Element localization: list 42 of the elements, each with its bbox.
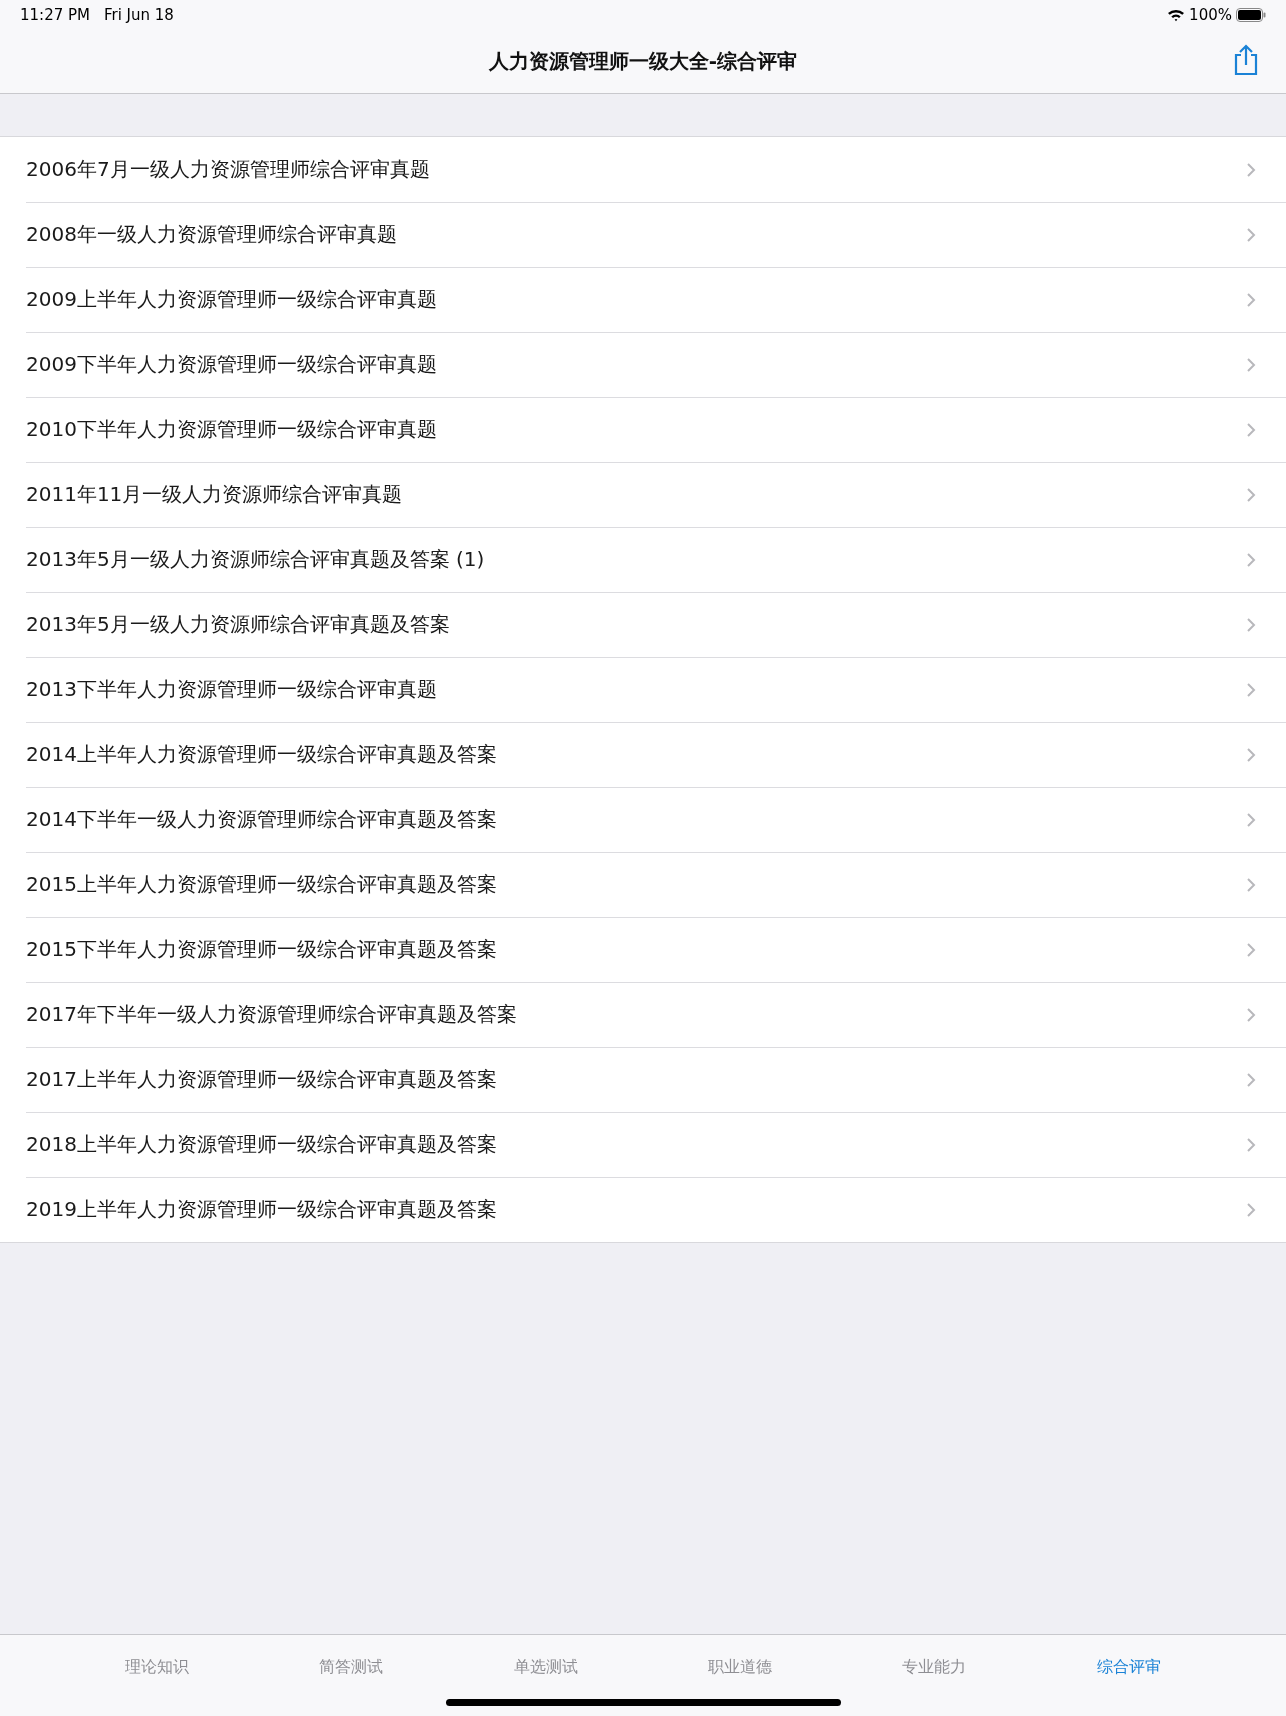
list-item[interactable]: 2013下半年人力资源管理师一级综合评审真题 (0, 657, 1286, 722)
chevron-icon (1246, 486, 1256, 503)
list-item[interactable]: 2009上半年人力资源管理师一级综合评审真题 (0, 267, 1286, 332)
list-item[interactable]: 2015上半年人力资源管理师一级综合评审真题及答案 (0, 852, 1286, 917)
chevron-icon (1246, 811, 1256, 828)
list-item[interactable]: 2017年下半年一级人力资源管理师综合评审真题及答案 (0, 982, 1286, 1047)
list-item[interactable]: 2006年7月一级人力资源管理师综合评审真题 (0, 137, 1286, 202)
status-time: 11:27 PM (20, 6, 90, 24)
chevron-icon (1246, 1071, 1256, 1088)
chevron-icon (1246, 226, 1256, 243)
list-item[interactable]: 2018上半年人力资源管理师一级综合评审真题及答案 (0, 1112, 1286, 1177)
chevron-icon (1246, 876, 1256, 893)
wifi-icon (1167, 8, 1186, 22)
chevron-icon (1246, 1136, 1256, 1153)
tab[interactable]: 综合评审 (1031, 1635, 1226, 1679)
list-item[interactable]: 2014下半年一级人力资源管理师综合评审真题及答案 (0, 787, 1286, 852)
list-item[interactable]: 2019上半年人力资源管理师一级综合评审真题及答案 (0, 1177, 1286, 1242)
chevron-icon (1246, 616, 1256, 633)
nav-title: 人力资源管理师一级大全-综合评审 (488, 48, 798, 75)
list-item[interactable]: 2008年一级人力资源管理师综合评审真题 (0, 202, 1286, 267)
list-item[interactable]: 2009下半年人力资源管理师一级综合评审真题 (0, 332, 1286, 397)
chevron-icon (1246, 551, 1256, 568)
chevron-icon (1246, 1201, 1256, 1218)
list-item[interactable]: 2015下半年人力资源管理师一级综合评审真题及答案 (0, 917, 1286, 982)
chevron-icon (1246, 941, 1256, 958)
share-icon[interactable] (1232, 44, 1260, 76)
list-item[interactable]: 2013年5月一级人力资源师综合评审真题及答案 (0, 592, 1286, 657)
battery-percent: 100% (1189, 6, 1232, 24)
status-date: Fri Jun 18 (104, 6, 174, 24)
list-item[interactable]: 2017上半年人力资源管理师一级综合评审真题及答案 (0, 1047, 1286, 1112)
chevron-icon (1246, 291, 1256, 308)
list-item[interactable]: 2011年11月一级人力资源师综合评审真题 (0, 462, 1286, 527)
chevron-icon (1246, 356, 1256, 373)
chevron-icon (1246, 421, 1256, 438)
list-item[interactable]: 2013年5月一级人力资源师综合评审真题及答案 (1) (0, 527, 1286, 592)
list-item[interactable]: 2014上半年人力资源管理师一级综合评审真题及答案 (0, 722, 1286, 787)
chevron-icon (1246, 681, 1256, 698)
chevron-icon (1246, 161, 1256, 178)
list-item[interactable]: 2010下半年人力资源管理师一级综合评审真题 (0, 397, 1286, 462)
chevron-icon (1246, 1006, 1256, 1023)
chevron-icon (1246, 746, 1256, 763)
battery-icon (1236, 8, 1266, 22)
